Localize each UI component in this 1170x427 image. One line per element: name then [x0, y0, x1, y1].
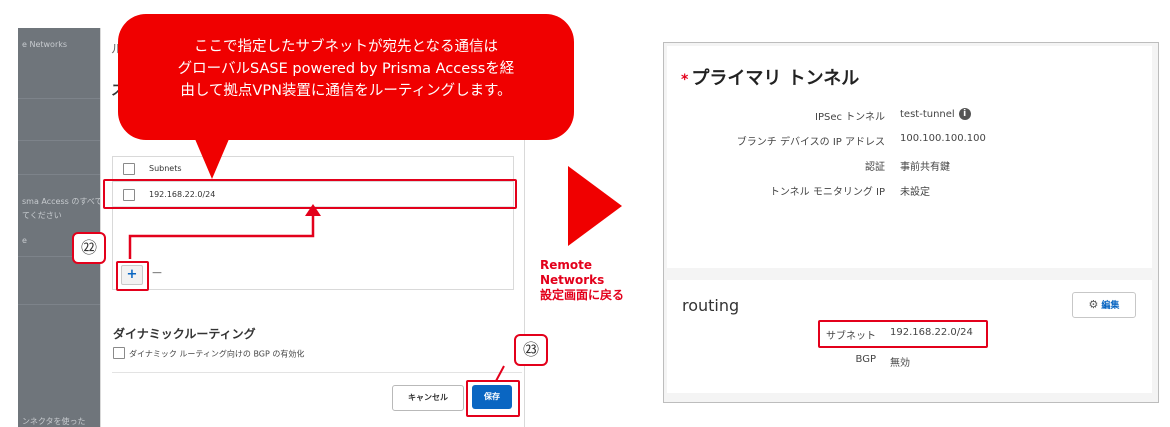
- field-label-auth: 認証: [865, 162, 885, 173]
- field-value-branch-ip: 100.100.100.100: [900, 133, 986, 144]
- edit-routing-button[interactable]: ⚙ 編集: [1072, 292, 1136, 318]
- step-badge-23: ㉓: [514, 334, 548, 366]
- info-icon[interactable]: i: [958, 108, 971, 120]
- badge-23-pointer: [495, 365, 505, 382]
- routing-title: routing: [682, 296, 740, 315]
- connector-line: [128, 213, 315, 259]
- callout-line: ここで指定したサブネットが宛先となる通信は: [193, 39, 499, 55]
- required-marker: *: [681, 72, 689, 88]
- step-badge-22: ㉒: [72, 232, 106, 264]
- field-label-branch-ip: ブランチ デバイスの IP アドレス: [736, 137, 885, 148]
- gear-icon: ⚙: [1088, 298, 1099, 311]
- callout-text: ここで指定したサブネットが宛先となる通信は グローバルSASE powered …: [118, 36, 574, 102]
- field-value-tunnel-monitoring-ip: 未設定: [900, 187, 930, 198]
- field-value-ipsec-tunnel: test-tunnel i: [900, 108, 971, 120]
- field-label-ipsec-tunnel: IPSec トンネル: [815, 112, 885, 123]
- field-label-tunnel-monitoring-ip: トンネル モニタリング IP: [769, 187, 885, 198]
- callout-line: グローバルSASE powered by Prisma Accessを経: [177, 61, 515, 77]
- field-value-auth: 事前共有鍵: [900, 162, 950, 173]
- field-value-bgp: 無効: [890, 358, 910, 369]
- back-to-remote-networks-label: Remote Networks 設定画面に戻る: [540, 258, 625, 302]
- field-label-bgp: BGP: [855, 354, 876, 365]
- subnet-highlight: [818, 320, 988, 348]
- next-arrow-icon: [568, 166, 622, 246]
- callout-line: 由して拠点VPN装置に通信をルーティングします。: [180, 83, 512, 99]
- connector-arrowhead: [305, 204, 321, 216]
- primary-tunnel-title: * プライマリ トンネル: [681, 68, 860, 89]
